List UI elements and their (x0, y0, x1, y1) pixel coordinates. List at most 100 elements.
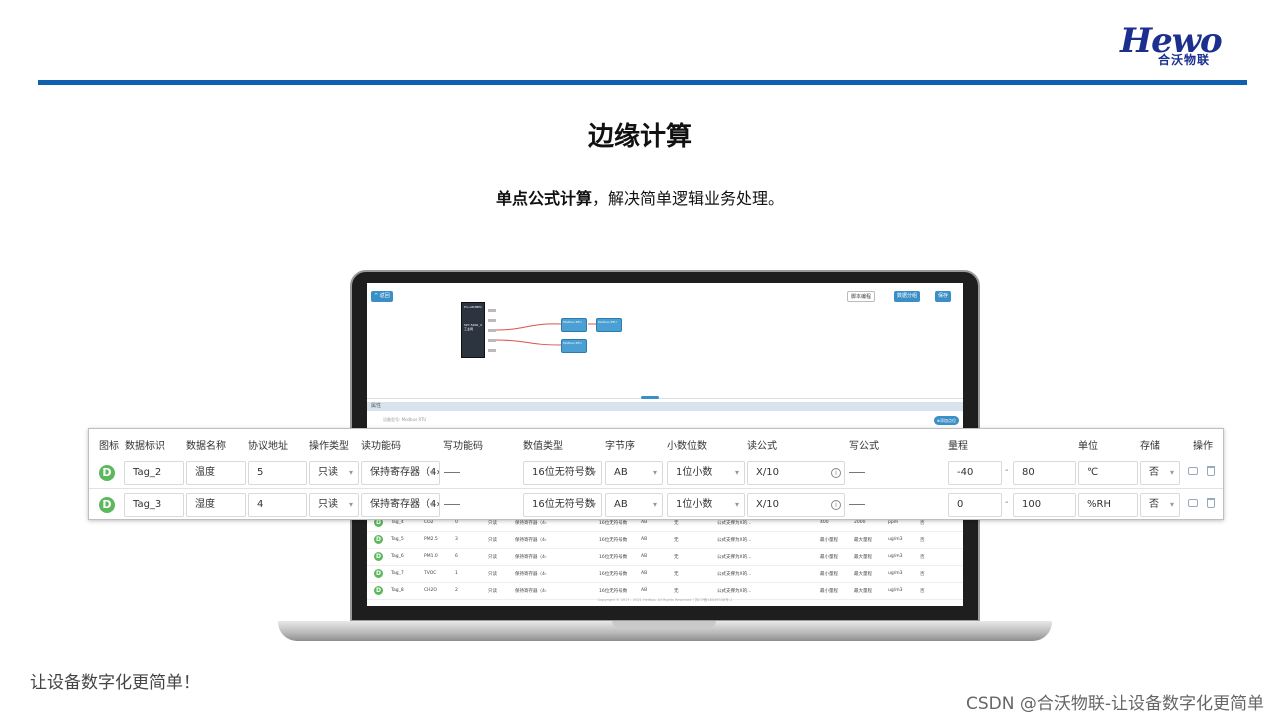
store-select[interactable]: 否 (1140, 493, 1180, 517)
header-tag: 数据标识 (125, 441, 165, 452)
cell-tag: Tag_6 (391, 554, 404, 559)
table-row[interactable]: D Tag_5 PM2.5 3 只读 保持寄存器（4› 16位无符号数 AB 无… (367, 532, 963, 549)
cell-formula: 公式支撑为X的... (717, 589, 752, 594)
header-name: 数据名称 (186, 441, 226, 452)
cell-dec: 无 (674, 538, 679, 543)
table-row[interactable]: D Tag_6 PM1.0 6 只读 保持寄存器（4› 16位无符号数 AB 无… (367, 549, 963, 566)
delete-icon[interactable] (1207, 498, 1215, 508)
cell-max: 最大量程 (854, 538, 872, 543)
cell-read: 保持寄存器（4› (515, 538, 547, 543)
cell-type: 16位无符号数 (599, 589, 628, 594)
device-status-icon: D (374, 552, 383, 561)
info-icon[interactable]: i (831, 500, 841, 510)
cell-max: 最大量程 (854, 555, 872, 560)
store-select[interactable]: 否 (1140, 461, 1180, 485)
cell-addr: 2 (455, 588, 458, 593)
laptop-notch (612, 621, 716, 628)
cell-op: 只读 (488, 589, 497, 594)
header-store: 存储 (1140, 441, 1160, 452)
save-button[interactable]: 保存 (935, 291, 952, 302)
data-group-button[interactable]: 数据分组 (894, 291, 921, 302)
cell-dec: 无 (674, 555, 679, 560)
delete-icon[interactable] (1207, 466, 1215, 476)
cell-name: CH2O (424, 588, 437, 593)
read-code-select[interactable]: 保持寄存器（4› (361, 461, 440, 485)
range-min-input[interactable]: 0 (948, 493, 1002, 517)
header-range: 量程 (948, 441, 968, 452)
cell-op: 只读 (488, 538, 497, 543)
header-value-type: 数值类型 (523, 441, 563, 452)
cell-op: 只读 (488, 555, 497, 560)
byte-order-select[interactable]: AB (605, 461, 663, 485)
modbus-node[interactable]: Modbus RTU (596, 318, 622, 332)
cell-op: 只读 (488, 572, 497, 577)
add-point-button[interactable]: ⊕添加点位 (933, 416, 959, 425)
cell-min: 最小量程 (820, 572, 838, 577)
cell-name: TVOC (424, 571, 437, 576)
value-type-select[interactable]: 16位无符号数 (523, 493, 602, 517)
subtitle-rest: ，解决简单逻辑业务处理。 (592, 189, 785, 208)
header-unit: 单位 (1078, 441, 1098, 452)
header-write-formula: 写公式 (849, 441, 879, 452)
unit-input[interactable]: ℃ (1078, 461, 1138, 485)
cell-min: 最小量程 (820, 538, 838, 543)
op-type-select[interactable]: 只读 (309, 461, 359, 485)
modbus-node[interactable]: Modbus RTU (561, 339, 587, 353)
cell-read: 保持寄存器（4› (515, 589, 547, 594)
cell-max: 最大量程 (854, 572, 872, 577)
cell-dec: 无 (674, 589, 679, 594)
byte-order-select[interactable]: AB (605, 493, 663, 517)
camera-icon[interactable] (1188, 499, 1198, 507)
header-icon: 图标 (99, 441, 119, 452)
cell-store: 否 (920, 538, 925, 543)
device-status-icon: D (99, 497, 115, 513)
cell-addr: 3 (455, 537, 458, 542)
header-rule (38, 80, 1247, 85)
tag-input[interactable]: Tag_2 (124, 461, 184, 485)
copyright: Copyright © 2017 - 2021 HeWoo. All Right… (597, 598, 733, 602)
cell-order: AB (641, 554, 648, 559)
table-row[interactable]: D Tag_2 温度 5 只读 保持寄存器（4› 16位无符号数 AB 1位小数… (89, 457, 1223, 489)
op-type-select[interactable]: 只读 (309, 493, 359, 517)
info-icon[interactable]: i (831, 468, 841, 478)
cell-order: AB (641, 571, 648, 576)
value-type-select[interactable]: 16位无符号数 (523, 461, 602, 485)
header-decimals: 小数位数 (667, 441, 707, 452)
device-status-icon: D (374, 535, 383, 544)
modbus-node[interactable]: Modbus RTU (561, 318, 587, 332)
read-code-select[interactable]: 保持寄存器（4› (361, 493, 440, 517)
name-input[interactable]: 温度 (186, 461, 246, 485)
cell-store: 否 (920, 589, 925, 594)
resize-handle[interactable] (641, 396, 659, 399)
name-input[interactable]: 湿度 (186, 493, 246, 517)
data-point-table: 图标 数据标识 数据名称 协议地址 操作类型 读功能码 写功能码 数值类型 字节… (88, 428, 1224, 520)
write-formula-empty (849, 472, 865, 473)
decimals-select[interactable]: 1位小数 (667, 461, 745, 485)
camera-icon[interactable] (1188, 467, 1198, 475)
cell-store: 否 (920, 555, 925, 560)
topology-canvas: ^ 返回 脚本编程 数据分组 保存 Pro-AD2BP1 SP7-5400_4 … (367, 283, 963, 399)
cell-tag: Tag_7 (391, 571, 404, 576)
cell-store: 否 (920, 572, 925, 577)
connection-lines (495, 323, 596, 346)
range-max-input[interactable]: 100 (1013, 493, 1076, 517)
address-input[interactable]: 5 (248, 461, 307, 485)
table-row[interactable]: D Tag_7 TVOC 1 只读 保持寄存器（4› 16位无符号数 AB 无 … (367, 566, 963, 583)
address-input[interactable]: 4 (248, 493, 307, 517)
header-read-formula: 读公式 (747, 441, 777, 452)
unit-input[interactable]: %RH (1078, 493, 1138, 517)
tag-input[interactable]: Tag_3 (124, 493, 184, 517)
cell-dec: 无 (674, 572, 679, 577)
header-byte-order: 字节序 (605, 441, 635, 452)
decimals-select[interactable]: 1位小数 (667, 493, 745, 517)
range-max-input[interactable]: 80 (1013, 461, 1076, 485)
cell-read: 保持寄存器（4› (515, 555, 547, 560)
property-bar: 属性 (367, 402, 963, 411)
write-formula-empty (849, 504, 865, 505)
cell-formula: 公式支撑为X的... (717, 538, 752, 543)
range-min-input[interactable]: -40 (948, 461, 1002, 485)
table-row[interactable]: D Tag_3 湿度 4 只读 保持寄存器（4› 16位无符号数 AB 1位小数… (89, 489, 1223, 521)
cell-order: AB (641, 588, 648, 593)
cell-formula: 公式支撑为X的... (717, 572, 752, 577)
script-button[interactable]: 脚本编程 (847, 291, 876, 302)
